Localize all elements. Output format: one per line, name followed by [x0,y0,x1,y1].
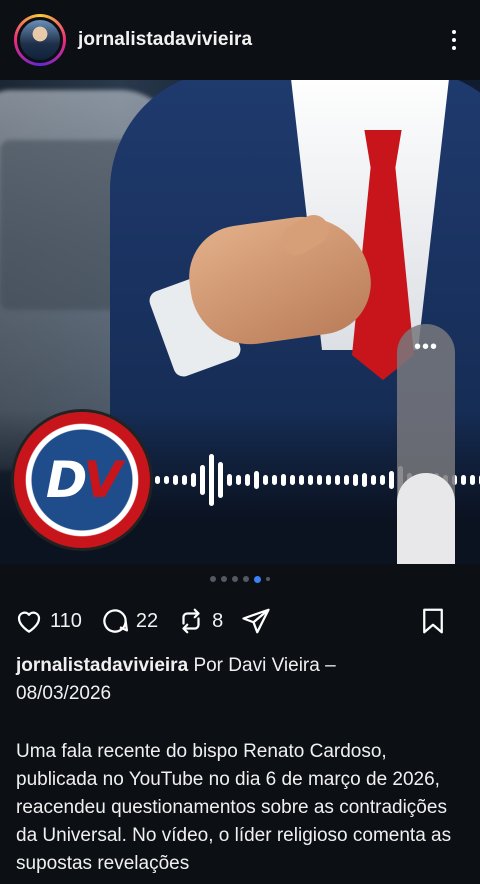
carousel-dot [254,576,261,583]
waveform-bar [362,473,367,487]
waveform-bar [200,465,205,495]
send-icon[interactable] [241,606,271,636]
volume-slider-fill[interactable] [397,473,455,564]
post-media[interactable]: DV ••• [0,80,480,564]
avatar[interactable] [14,14,66,66]
repost-icon[interactable] [176,606,206,636]
waveform-bar [308,475,313,485]
waveform-bar [218,462,223,498]
waveform-bar [173,475,178,485]
waveform-bar [371,475,376,485]
header-username[interactable]: jornalistadavivieira [78,29,252,51]
waveform-bar [164,476,169,484]
caption-date: 08/03/2026 [16,683,112,704]
repost-action[interactable]: 8 [176,606,223,636]
waveform-bar [317,475,322,485]
waveform-bar [326,475,331,485]
waveform-bar [227,474,232,486]
bookmark-icon[interactable] [418,606,448,636]
repost-count: 8 [212,609,224,632]
waveform-bar [470,475,475,485]
share-action[interactable] [241,606,271,636]
avatar-image [17,17,63,63]
carousel-dot [243,576,249,582]
carousel-dot [266,577,270,581]
waveform-bar [299,475,304,485]
carousel-dot [221,576,227,582]
logo-letter-d: D [45,451,87,509]
caption-username[interactable]: jornalistadavivieira [16,655,188,676]
waveform-bar [344,475,349,485]
waveform-bar [263,475,268,485]
waveform-bar [389,471,394,489]
waveform-bar [245,474,250,486]
caption-body: Uma fala recente do bispo Renato Cardoso… [16,741,452,874]
like-count: 110 [50,609,82,632]
dv-logo: DV [14,412,150,548]
waveform-bar [272,475,277,485]
comment-icon[interactable] [100,606,130,636]
action-bar: 110 22 8 [14,604,466,638]
waveform-bar [254,471,259,489]
caption-byline: Por Davi Vieira – [193,655,336,676]
waveform-bar [155,476,160,484]
volume-menu-icon[interactable]: ••• [397,337,455,357]
volume-slider[interactable]: ••• [397,324,455,564]
waveform-bar [281,474,286,486]
waveform-bar [353,474,358,486]
waveform-bar [290,475,295,485]
carousel-indicator [0,576,480,583]
waveform-bar [335,475,340,485]
post-header: jornalistadavivieira [0,0,480,80]
like-action[interactable]: 110 [14,606,82,636]
waveform-bar [182,475,187,485]
waveform-bar [461,475,466,485]
comment-action[interactable]: 22 [100,606,158,636]
waveform-bar [191,473,196,487]
comment-count: 22 [135,609,159,632]
waveform-bar [380,475,385,485]
logo-letter-v: V [83,451,122,509]
waveform-bar [236,475,241,485]
logo-lettering: DV [45,451,122,509]
carousel-dot [232,576,238,582]
carousel-dot [210,576,216,582]
save-action[interactable] [418,606,448,636]
caption-header: jornalistadavivieira Por Davi Vieira – 0… [16,652,464,708]
waveform-bar [209,454,214,506]
heart-icon[interactable] [14,606,44,636]
more-vertical-icon[interactable] [442,24,466,56]
